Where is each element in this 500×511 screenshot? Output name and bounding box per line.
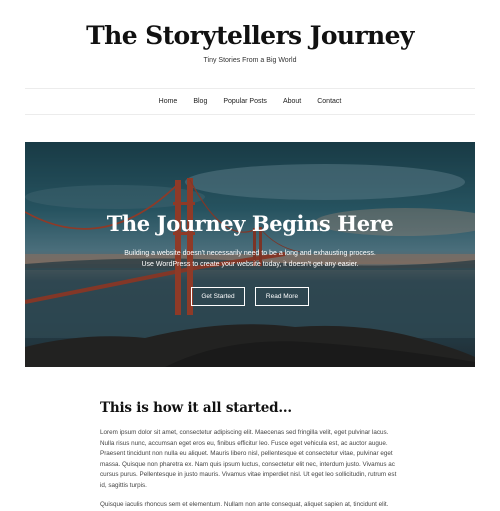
hero-title: The Journey Begins Here <box>106 211 394 236</box>
nav-item-contact[interactable]: Contact <box>317 97 341 107</box>
post-paragraph: Quisque iaculis rhoncus sem et elementum… <box>100 500 389 508</box>
nav-item-blog[interactable]: Blog <box>193 97 207 107</box>
hero-banner: The Journey Begins Here Building a websi… <box>25 142 475 367</box>
nav-item-popular-posts[interactable]: Popular Posts <box>223 97 267 107</box>
post-title: This is how it all started... <box>100 400 292 416</box>
main-navigation: Home Blog Popular Posts About Contact <box>25 88 475 115</box>
post-article: This is how it all started... Lorem ipsu… <box>100 398 400 510</box>
nav-item-about[interactable]: About <box>283 97 301 107</box>
get-started-button[interactable]: Get Started <box>191 287 245 306</box>
read-more-button[interactable]: Read More <box>255 287 309 306</box>
post-paragraph: Lorem ipsum dolor sit amet, consectetur … <box>100 429 397 489</box>
hero-description: Building a website doesn't necessarily n… <box>124 250 376 268</box>
site-title[interactable]: The Storytellers Journey <box>0 19 500 53</box>
site-tagline: Tiny Stories From a Big World <box>203 57 297 64</box>
nav-item-home[interactable]: Home <box>159 97 178 107</box>
